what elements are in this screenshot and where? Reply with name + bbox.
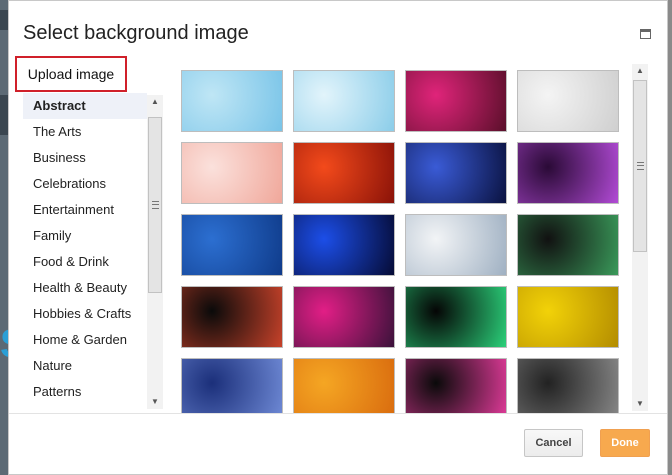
background-thumbnail-rainbow-stripes[interactable] [405,358,507,413]
background-thumbnail-grey-damask[interactable] [517,358,619,413]
background-thumbnail-blue-curves[interactable] [181,358,283,413]
scroll-down-icon[interactable]: ▼ [632,397,648,411]
background-thumbnail-blue-light-streaks[interactable] [405,142,507,204]
scroll-up-icon[interactable]: ▲ [147,95,163,109]
category-item[interactable]: Business [23,145,147,171]
background-thumbnail-light-blue-sky[interactable] [293,70,395,132]
background-page [0,0,8,475]
category-item[interactable]: Family [23,223,147,249]
category-scroll-thumb[interactable] [148,117,162,293]
background-thumbnail-orange-florals[interactable] [293,358,395,413]
select-background-dialog: Select background image Upload image Abs… [8,0,668,475]
done-button[interactable]: Done [600,429,650,457]
category-item[interactable]: Entertainment [23,197,147,223]
cancel-button[interactable]: Cancel [524,429,583,457]
category-item[interactable]: Patterns [23,379,147,405]
footer-divider [9,413,667,414]
image-grid [181,70,621,413]
background-thumbnail-purple-lightning[interactable] [517,142,619,204]
category-item[interactable]: Abstract [23,93,147,119]
category-item[interactable]: Hobbies & Crafts [23,301,147,327]
category-scrollbar[interactable]: ▲ ▼ [147,95,163,409]
maximize-icon[interactable] [640,29,651,39]
background-thumbnail-pink-bokeh[interactable] [405,70,507,132]
background-block [0,95,8,135]
category-item[interactable]: Home & Garden [23,327,147,353]
dialog-title: Select background image [23,22,249,44]
background-thumbnail-silver-bokeh[interactable] [517,70,619,132]
background-thumbnail-red-orange-sparkle[interactable] [293,142,395,204]
category-item[interactable]: Celebrations [23,171,147,197]
category-item[interactable]: Food & Drink [23,249,147,275]
category-item[interactable]: Nature [23,353,147,379]
background-thumbnail-blue-starburst[interactable] [293,214,395,276]
image-scroll-thumb[interactable] [633,80,647,252]
scroll-down-icon[interactable]: ▼ [147,395,163,409]
scroll-up-icon[interactable]: ▲ [632,64,648,78]
background-thumbnail-yellow-scratch[interactable] [517,286,619,348]
background-thumbnail-blue-vertical-lines[interactable] [181,214,283,276]
category-item[interactable]: The Arts [23,119,147,145]
image-scrollbar[interactable]: ▲ ▼ [632,64,648,411]
background-thumbnail-neon-swirls[interactable] [405,286,507,348]
category-item[interactable]: Health & Beauty [23,275,147,301]
background-thumbnail-peach-bokeh[interactable] [181,142,283,204]
background-thumbnail-retro-stripes[interactable] [293,286,395,348]
background-thumbnail-green-red-bokeh[interactable] [517,214,619,276]
category-list: Abstract The Arts Business Celebrations Ente… [23,93,147,409]
background-block [0,10,8,30]
background-thumbnail-silver-swirl[interactable] [405,214,507,276]
background-thumbnail-night-bokeh[interactable] [181,286,283,348]
background-thumbnail-blue-sky-water[interactable] [181,70,283,132]
upload-image-button[interactable]: Upload image [15,56,127,92]
